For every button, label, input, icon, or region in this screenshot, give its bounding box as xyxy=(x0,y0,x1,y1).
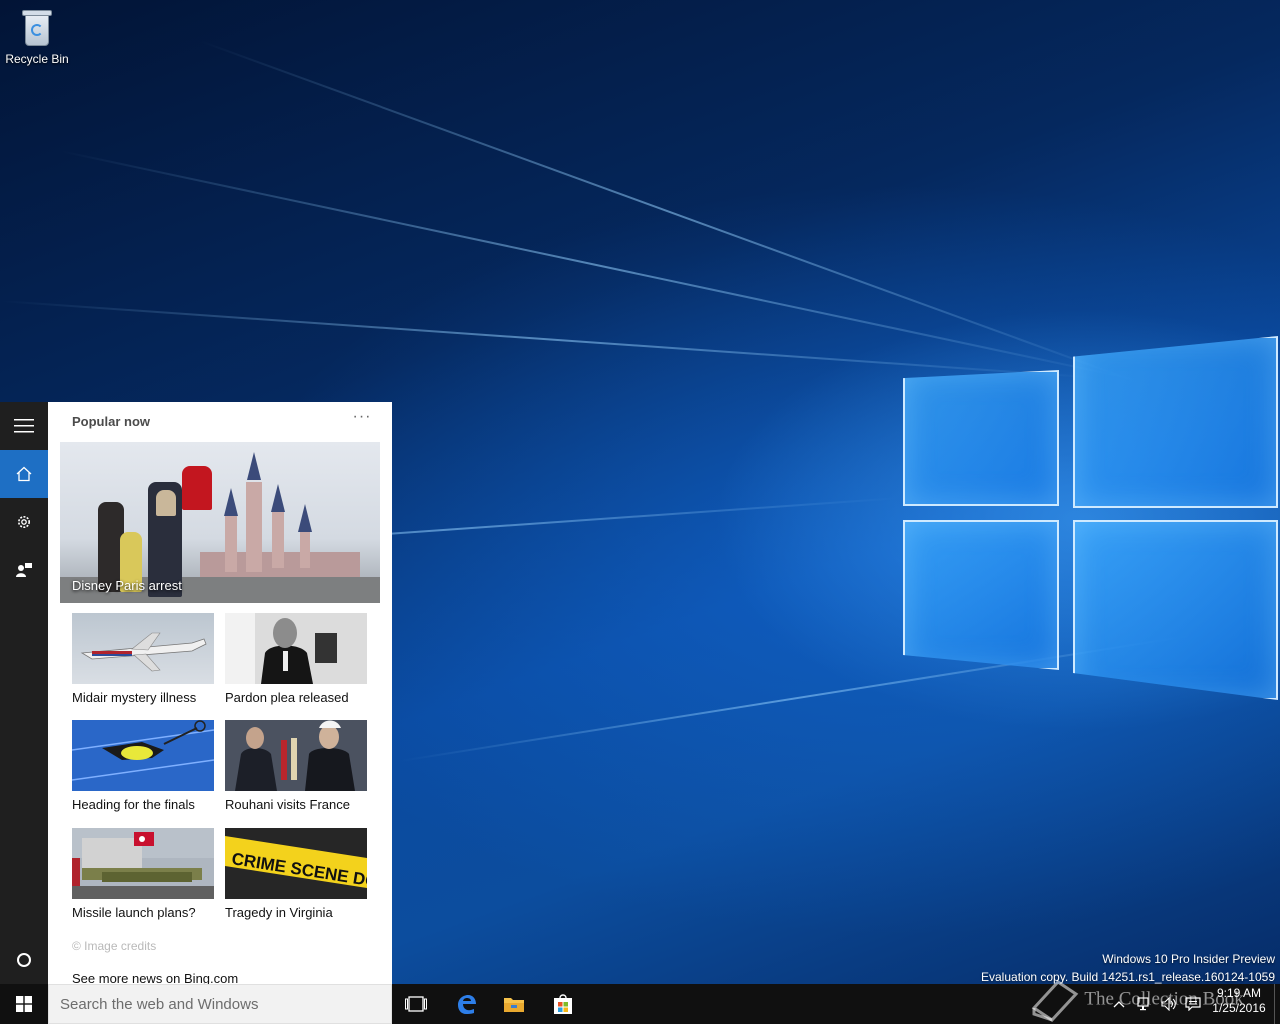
taskbar-search-box[interactable] xyxy=(48,984,392,1024)
recycle-bin-icon xyxy=(20,8,54,48)
folder-icon xyxy=(504,998,524,1012)
start-button[interactable] xyxy=(0,984,48,1024)
hero-news-card[interactable]: Disney Paris arrest xyxy=(60,442,380,603)
news-tile-label: Missile launch plans? xyxy=(72,905,196,920)
file-explorer-button[interactable] xyxy=(490,984,538,1024)
desktop-icon-label: Recycle Bin xyxy=(5,52,69,66)
cortana-panel: Popular now ··· Disney Paris arrest Mida… xyxy=(0,402,392,986)
castle-tower xyxy=(272,508,284,568)
light-beam xyxy=(399,634,1191,762)
news-tile-label: Heading for the finals xyxy=(72,797,195,812)
logo-pane-top-right xyxy=(1073,336,1278,508)
hero-caption: Disney Paris arrest xyxy=(72,578,182,593)
news-tile-label: Midair mystery illness xyxy=(72,690,197,705)
windows-logo-icon xyxy=(16,996,32,1012)
news-thumbnail xyxy=(72,613,214,684)
castle-tower xyxy=(300,528,310,568)
section-title: Popular now xyxy=(72,414,150,429)
feedback-icon xyxy=(16,563,32,577)
castle-spire xyxy=(224,488,238,516)
light-beam xyxy=(0,300,1098,379)
book-icon xyxy=(1031,980,1079,1022)
castle-spire xyxy=(298,504,312,532)
more-options-button[interactable]: ··· xyxy=(348,409,376,430)
edge-browser-button[interactable] xyxy=(442,984,490,1024)
news-tile[interactable]: Pardon plea released xyxy=(225,613,367,705)
news-thumbnail xyxy=(225,613,367,684)
cortana-circle-icon xyxy=(17,953,31,967)
castle-spire xyxy=(271,484,285,512)
show-desktop-button[interactable] xyxy=(1274,984,1280,1024)
rail-feedback-button[interactable] xyxy=(0,546,48,594)
cortana-rail xyxy=(0,402,48,984)
rail-settings-button[interactable] xyxy=(0,498,48,546)
hamburger-menu-button[interactable] xyxy=(0,402,48,450)
rail-home-button[interactable] xyxy=(0,450,48,498)
brand-watermark: The Collection Book xyxy=(1030,978,1244,1022)
task-view-button[interactable] xyxy=(392,984,440,1024)
news-tile-label: Pardon plea released xyxy=(225,690,349,705)
news-tile-label: Rouhani visits France xyxy=(225,797,350,812)
gear-icon xyxy=(18,516,30,528)
watermark-edition: Windows 10 Pro Insider Preview xyxy=(1102,952,1275,966)
cortana-button[interactable] xyxy=(0,936,48,984)
store-icon xyxy=(554,994,572,1014)
news-tile-label: Tragedy in Virginia xyxy=(225,905,333,920)
castle-tower xyxy=(246,482,262,572)
news-thumbnail: CRIME SCENE DO NOT CROSS xyxy=(225,828,367,899)
news-thumbnail xyxy=(72,720,214,791)
cortana-feed: Popular now ··· Disney Paris arrest Mida… xyxy=(48,402,392,986)
news-tile[interactable]: Missile launch plans? xyxy=(72,828,214,920)
store-button[interactable] xyxy=(539,984,587,1024)
hamburger-icon xyxy=(14,419,34,433)
home-icon xyxy=(16,466,32,482)
image-credits-link[interactable]: © Image credits xyxy=(72,939,156,953)
backpack xyxy=(156,490,176,516)
castle-spire xyxy=(247,452,261,480)
news-thumbnail xyxy=(225,720,367,791)
castle-tower xyxy=(225,512,237,572)
logo-pane-top-left xyxy=(903,370,1059,506)
news-tile[interactable]: CRIME SCENE DO NOT CROSS Tragedy in Virg… xyxy=(225,828,367,920)
task-view-icon xyxy=(405,996,427,1012)
brand-text: The Collection Book xyxy=(1084,988,1244,1010)
news-thumbnail xyxy=(72,828,214,899)
light-beam xyxy=(199,40,1141,384)
news-tile[interactable]: Rouhani visits France xyxy=(225,720,367,812)
edge-icon xyxy=(458,995,476,1014)
news-tile[interactable]: Heading for the finals xyxy=(72,720,214,812)
news-tile[interactable]: Midair mystery illness xyxy=(72,613,214,705)
logo-pane-bottom-right xyxy=(1073,520,1278,700)
desktop-icon-recycle-bin[interactable]: Recycle Bin xyxy=(4,6,70,66)
logo-pane-bottom-left xyxy=(903,520,1059,670)
person-figure xyxy=(182,466,212,510)
search-input[interactable] xyxy=(60,995,380,1013)
